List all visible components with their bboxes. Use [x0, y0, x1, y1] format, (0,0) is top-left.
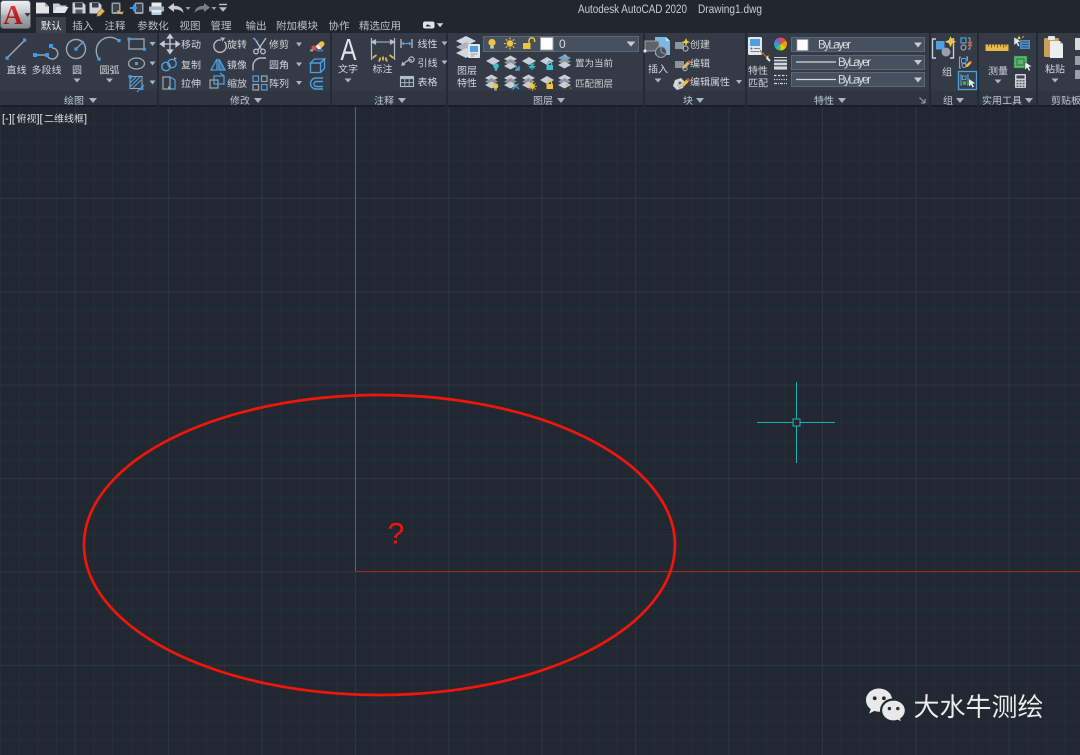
svg-text:?: ?	[388, 518, 405, 551]
svg-text:]: ]	[84, 113, 87, 125]
svg-text:ByLayer: ByLayer	[838, 57, 871, 69]
svg-text:ByLayer: ByLayer	[818, 40, 851, 52]
svg-text:Autodesk AutoCAD 2020: Autodesk AutoCAD 2020	[578, 4, 687, 16]
svg-text:Drawing1.dwg: Drawing1.dwg	[698, 4, 762, 16]
svg-text:A: A	[341, 32, 357, 67]
svg-text:][: ][	[37, 113, 43, 125]
svg-text:A: A	[3, 0, 23, 30]
svg-text:[-][: [-][	[2, 113, 15, 125]
svg-text:0: 0	[559, 37, 566, 51]
svg-text:ByLayer: ByLayer	[838, 75, 871, 87]
